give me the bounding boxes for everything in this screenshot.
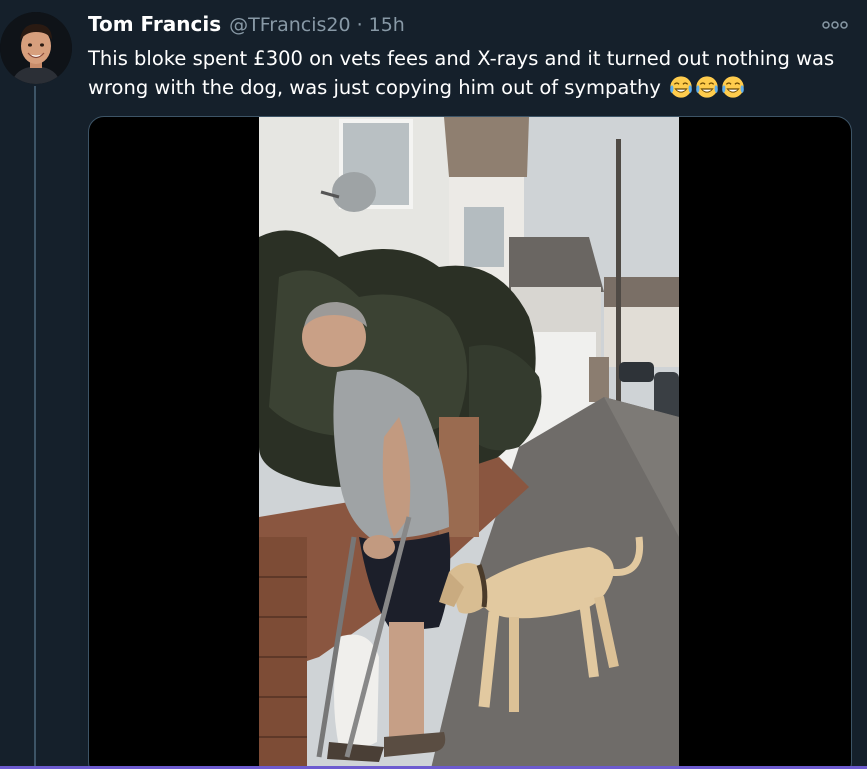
timestamp[interactable]: 15h (369, 14, 405, 36)
face-with-tears-of-joy-icon (722, 76, 744, 98)
more-options-button[interactable] (821, 14, 849, 36)
user-handle[interactable]: @TFrancis20 (229, 14, 350, 36)
video-frame (259, 117, 679, 769)
tweet[interactable]: Tom Francis @TFrancis20 · 15h This bloke… (0, 0, 867, 769)
avatar[interactable] (0, 12, 72, 84)
separator-dot: · (356, 14, 363, 36)
video-still-image (259, 117, 679, 769)
more-options-icon (822, 21, 848, 29)
video-player[interactable] (88, 116, 852, 769)
avatar-image (0, 12, 72, 84)
display-name[interactable]: Tom Francis (88, 12, 221, 36)
tweet-text: This bloke spent £300 on vets fees and X… (88, 44, 858, 102)
thread-line (34, 86, 36, 769)
face-with-tears-of-joy-icon (670, 76, 692, 98)
tweet-header: Tom Francis @TFrancis20 · 15h (88, 12, 405, 40)
face-with-tears-of-joy-icon (696, 76, 718, 98)
emoji-group (667, 76, 745, 99)
